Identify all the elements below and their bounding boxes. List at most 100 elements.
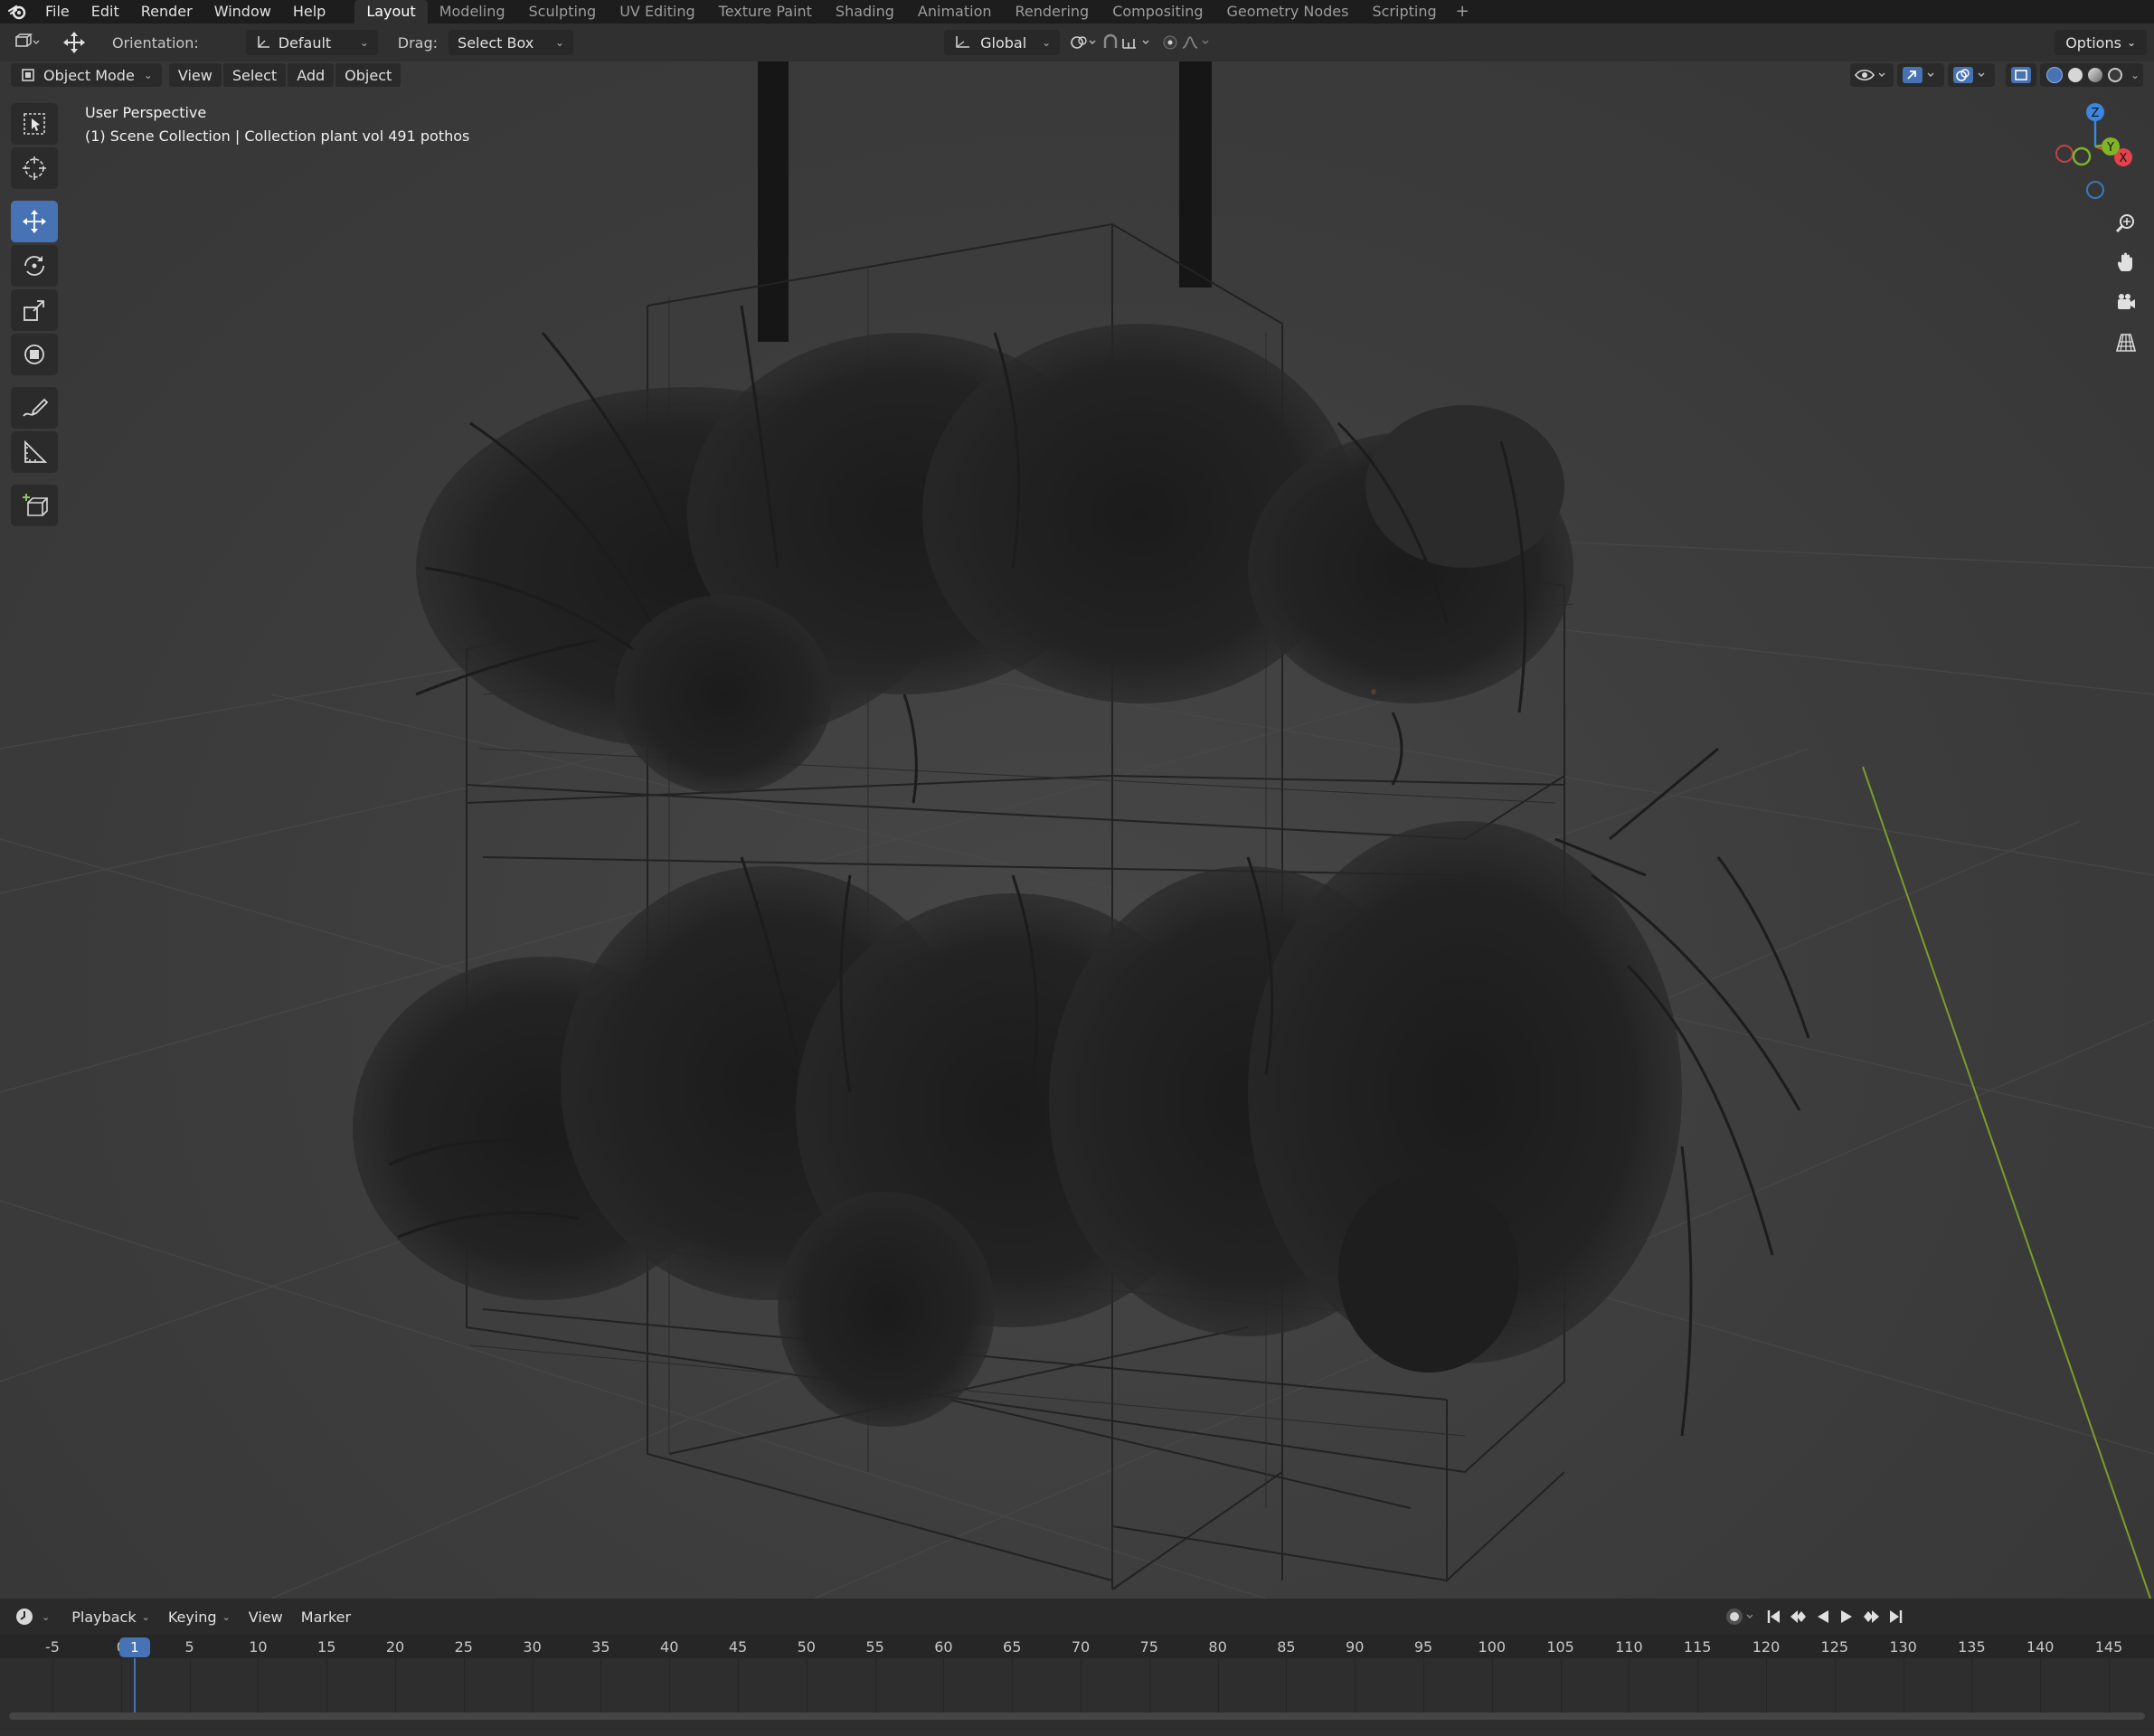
cursor-tool[interactable] <box>11 147 58 189</box>
frame-tick-label: 100 <box>1478 1638 1507 1656</box>
jump-end-icon[interactable] <box>1886 1608 1904 1626</box>
annotate-tool[interactable] <box>11 387 58 429</box>
menu-window[interactable]: Window <box>203 0 282 24</box>
editor-type-button[interactable] <box>7 30 45 55</box>
tab-shading[interactable]: Shading <box>824 0 906 24</box>
object-mode-dropdown[interactable]: Object Mode ⌄ <box>11 63 162 87</box>
tab-scripting[interactable]: Scripting <box>1360 0 1448 24</box>
timeline-track-area[interactable] <box>0 1658 2154 1731</box>
workspace-tabs: Layout Modeling Sculpting UV Editing Tex… <box>354 0 1476 24</box>
viewport-menu-object[interactable]: Object <box>335 63 402 87</box>
wireframe-shading-icon[interactable] <box>2045 67 2063 83</box>
frame-tick-label: 110 <box>1615 1638 1643 1656</box>
rotate-tool[interactable] <box>11 245 58 287</box>
select-box-tool[interactable] <box>11 103 58 145</box>
play-icon[interactable] <box>1838 1608 1856 1626</box>
tab-uv-editing[interactable]: UV Editing <box>608 0 706 24</box>
orientation-value: Default <box>278 33 332 52</box>
camera-view-icon[interactable] <box>2109 286 2143 320</box>
frame-grid-line <box>1217 1658 1219 1712</box>
add-cube-tool[interactable] <box>11 485 58 526</box>
options-label: Options <box>2065 33 2121 52</box>
pan-hand-icon[interactable] <box>2109 246 2143 280</box>
options-dropdown[interactable]: Options ⌄ <box>2055 30 2147 55</box>
tab-rendering[interactable]: Rendering <box>1004 0 1101 24</box>
scene-render <box>0 61 2154 1599</box>
material-shading-icon[interactable] <box>2087 68 2102 82</box>
frame-grid-line <box>1491 1658 1493 1712</box>
frame-tick-label: 55 <box>865 1638 884 1656</box>
measure-tool[interactable] <box>11 431 58 473</box>
tab-sculpting[interactable]: Sculpting <box>516 0 608 24</box>
frame-grid-line <box>1423 1658 1424 1712</box>
add-workspace-button[interactable]: + <box>1449 0 1477 24</box>
transform-tool-icon[interactable] <box>54 30 94 55</box>
rendered-shading-icon[interactable] <box>2107 68 2122 82</box>
viewport-info: User Perspective (1) Scene Collection | … <box>85 101 469 148</box>
prev-keyframe-icon[interactable] <box>1789 1608 1809 1626</box>
menu-render[interactable]: Render <box>130 0 203 24</box>
record-icon[interactable] <box>1724 1606 1760 1628</box>
navigation-gizmo[interactable]: Z X Y <box>2045 99 2145 217</box>
keying-menu[interactable]: Keying ⌄ <box>159 1609 240 1626</box>
transform-orientation-dropdown[interactable]: Global ⌄ <box>944 30 1061 55</box>
chevron-down-icon: ⌄ <box>143 69 153 81</box>
play-reverse-icon[interactable] <box>1814 1608 1832 1626</box>
zoom-icon[interactable] <box>2109 206 2143 241</box>
timeline-menu-view[interactable]: View <box>240 1609 292 1626</box>
scale-tool[interactable] <box>11 289 58 331</box>
next-keyframe-icon[interactable] <box>1861 1608 1881 1626</box>
viewport-header: Object Mode ⌄ View Select Add Object ⌄ <box>0 61 2154 89</box>
timeline-editor-type[interactable]: ⌄ <box>5 1607 59 1627</box>
tab-animation[interactable]: Animation <box>906 0 1004 24</box>
chevron-down-icon[interactable]: ⌄ <box>2130 69 2140 81</box>
annotate-icon <box>23 398 48 417</box>
shading-modes: ⌄ <box>2039 63 2143 87</box>
frame-tick-label: 95 <box>1413 1638 1433 1656</box>
jump-start-icon[interactable] <box>1765 1608 1783 1626</box>
frame-tick-label: 115 <box>1683 1638 1712 1656</box>
solid-shading-icon[interactable] <box>2067 68 2083 82</box>
frame-grid-line <box>1286 1658 1288 1712</box>
tab-layout[interactable]: Layout <box>354 0 428 24</box>
tab-texture-paint[interactable]: Texture Paint <box>707 0 824 24</box>
timeline-menu-marker[interactable]: Marker <box>292 1609 360 1626</box>
overlays-toggle[interactable] <box>1947 63 1995 87</box>
drag-dropdown[interactable]: Select Box ⌄ <box>449 30 574 55</box>
orientation-dropdown[interactable]: Default ⌄ <box>245 30 378 55</box>
frame-grid-line <box>1081 1658 1082 1712</box>
top-menu-bar: File Edit Render Window Help Layout Mode… <box>0 0 2154 24</box>
timeline-scrollbar[interactable] <box>9 1712 2145 1720</box>
menu-file[interactable]: File <box>34 0 80 24</box>
tab-geometry-nodes[interactable]: Geometry Nodes <box>1215 0 1361 24</box>
3d-viewport[interactable]: Object Mode ⌄ View Select Add Object ⌄ U… <box>0 61 2154 1599</box>
tab-compositing[interactable]: Compositing <box>1101 0 1214 24</box>
proportional-editing-icon[interactable] <box>1161 31 1224 54</box>
move-tool[interactable] <box>11 201 58 242</box>
blender-logo-icon[interactable] <box>0 0 34 24</box>
perspective-grid-icon[interactable] <box>2109 326 2143 360</box>
xray-toggle[interactable] <box>2005 63 2036 87</box>
frame-ruler[interactable]: -505101520253035404550556065707580859095… <box>0 1635 2154 1658</box>
frame-grid-line <box>2109 1658 2110 1712</box>
visibility-dropdown[interactable] <box>1849 63 1894 87</box>
orientation-label: Orientation: <box>112 33 199 52</box>
snap-icon[interactable] <box>1101 31 1156 54</box>
frame-grid-line <box>1012 1658 1014 1712</box>
frame-grid-line <box>1697 1658 1699 1712</box>
playback-menu[interactable]: Playback ⌄ <box>62 1609 159 1626</box>
frame-grid-line <box>669 1658 671 1712</box>
transform-tool[interactable] <box>11 334 58 375</box>
menu-help[interactable]: Help <box>282 0 336 24</box>
tab-modeling[interactable]: Modeling <box>428 0 517 24</box>
viewport-menu-select[interactable]: Select <box>222 63 287 87</box>
frame-tick-label: 90 <box>1346 1638 1365 1656</box>
current-frame-indicator[interactable]: 1 <box>118 1637 150 1657</box>
viewport-menu-view[interactable]: View <box>168 63 222 87</box>
viewport-menu-add[interactable]: Add <box>288 63 335 87</box>
pivot-point-icon[interactable] <box>1065 31 1101 54</box>
frame-tick-label: 40 <box>660 1638 679 1656</box>
scale-icon <box>24 300 44 321</box>
menu-edit[interactable]: Edit <box>80 0 130 24</box>
gizmo-toggle[interactable] <box>1896 63 1944 87</box>
